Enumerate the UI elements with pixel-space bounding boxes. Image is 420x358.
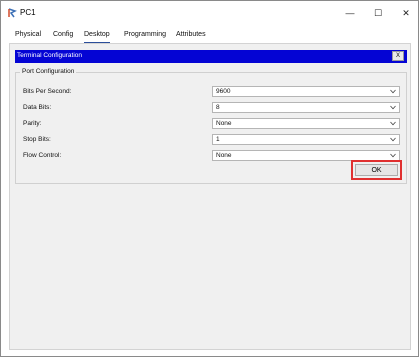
close-icon: ✕ [402, 7, 410, 18]
tab-config[interactable]: Config [53, 31, 73, 42]
data-bits-value: 8 [216, 104, 220, 111]
terminal-config-header: Terminal Configuration X [15, 50, 407, 63]
bits-per-second-label: Bits Per Second: [23, 88, 72, 95]
stop-bits-value: 1 [216, 136, 220, 143]
bits-per-second-value: 9600 [216, 88, 231, 95]
chevron-down-icon [390, 89, 396, 94]
app-window: PC1 — ☐ ✕ Physical Config Desktop Progra… [0, 0, 419, 357]
ok-highlight-box: OK [351, 160, 402, 180]
parity-label: Parity: [23, 120, 42, 127]
minimize-button[interactable]: — [337, 1, 363, 25]
stop-bits-select[interactable]: 1 [212, 134, 400, 145]
chevron-down-icon [390, 153, 396, 158]
close-label: X [395, 53, 400, 59]
cisco-pc-icon [7, 8, 17, 18]
chevron-down-icon [390, 121, 396, 126]
tab-physical[interactable]: Physical [15, 31, 41, 42]
maximize-button[interactable]: ☐ [365, 1, 391, 25]
ok-button[interactable]: OK [355, 164, 398, 176]
close-window-button[interactable]: ✕ [393, 1, 419, 25]
flow-control-label: Flow Control: [23, 152, 62, 159]
chevron-down-icon [390, 137, 396, 142]
title-bar: PC1 — ☐ ✕ [1, 1, 418, 25]
minimize-icon: — [345, 8, 355, 18]
stop-bits-label: Stop Bits: [23, 136, 51, 143]
maximize-icon: ☐ [373, 7, 383, 18]
window-title: PC1 [20, 8, 36, 17]
parity-select[interactable]: None [212, 118, 400, 129]
port-configuration-group: Port Configuration Bits Per Second: 9600… [15, 68, 407, 184]
port-configuration-legend: Port Configuration [20, 68, 77, 75]
desktop-panel: Terminal Configuration X Port Configurat… [9, 43, 411, 350]
flow-control-value: None [216, 152, 232, 159]
ok-label: OK [371, 166, 382, 174]
chevron-down-icon [390, 105, 396, 110]
terminal-close-button[interactable]: X [392, 51, 404, 61]
data-bits-select[interactable]: 8 [212, 102, 400, 113]
bits-per-second-select[interactable]: 9600 [212, 86, 400, 97]
tab-programming[interactable]: Programming [124, 31, 166, 42]
data-bits-label: Data Bits: [23, 104, 52, 111]
parity-value: None [216, 120, 232, 127]
tab-attributes[interactable]: Attributes [176, 31, 206, 42]
terminal-config-title: Terminal Configuration [17, 52, 83, 59]
